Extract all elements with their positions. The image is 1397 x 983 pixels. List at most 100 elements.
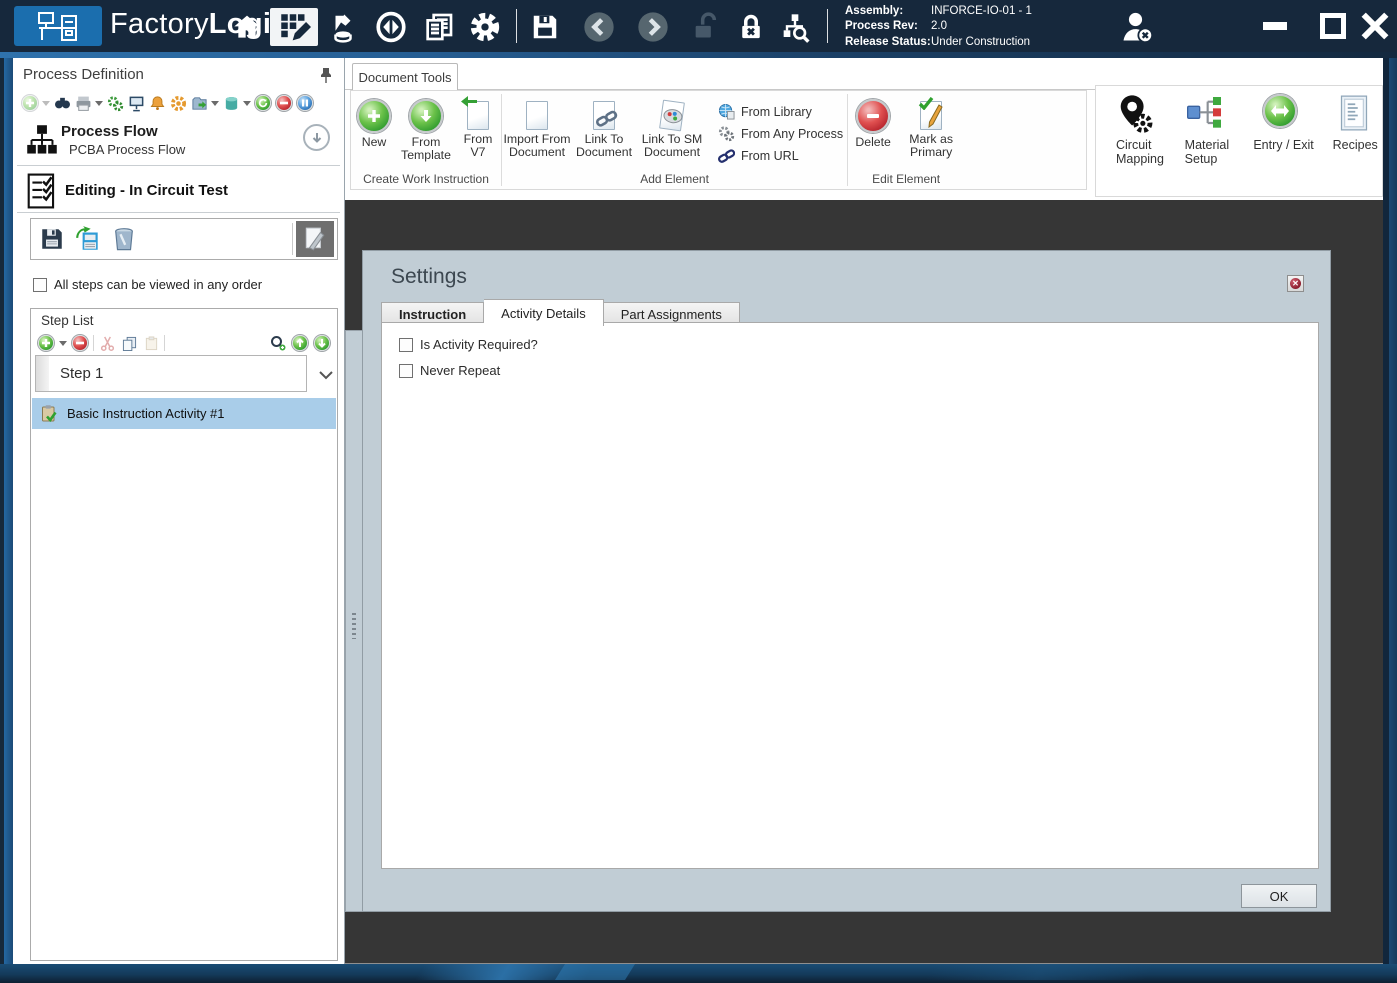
copy-icon[interactable] bbox=[120, 334, 138, 352]
toolbar-divider bbox=[164, 335, 165, 351]
alerts-bell-icon[interactable] bbox=[148, 94, 166, 112]
toolbar-divider bbox=[292, 223, 293, 255]
step-list: Step List Step 1 bbox=[30, 308, 338, 961]
home-button[interactable] bbox=[228, 8, 266, 46]
step-list-title: Step List bbox=[41, 313, 94, 328]
unlock-button[interactable] bbox=[686, 8, 724, 46]
app-window: FactoryLogix® bbox=[0, 0, 1397, 983]
save-document-icon[interactable] bbox=[34, 221, 70, 257]
tab-activity-details[interactable]: Activity Details bbox=[484, 299, 604, 326]
remove-step-icon[interactable] bbox=[71, 334, 89, 352]
from-v7-button[interactable]: From V7 bbox=[455, 97, 501, 159]
move-down-icon[interactable] bbox=[313, 334, 331, 352]
link-to-sm-document-icon bbox=[659, 100, 685, 132]
move-up-icon[interactable] bbox=[291, 334, 309, 352]
from-any-process-button[interactable]: From Any Process bbox=[718, 125, 843, 142]
export-dropdown-icon[interactable] bbox=[211, 101, 219, 110]
add-step-dropdown-icon[interactable] bbox=[59, 341, 67, 350]
footer-streak bbox=[555, 964, 635, 980]
close-button[interactable] bbox=[1356, 8, 1394, 44]
divider bbox=[17, 212, 340, 213]
presentation-icon[interactable] bbox=[127, 94, 145, 112]
minimize-button[interactable] bbox=[1256, 8, 1294, 44]
process-audit-button[interactable] bbox=[776, 8, 814, 46]
database-icon[interactable] bbox=[222, 94, 240, 112]
print-icon[interactable] bbox=[74, 94, 92, 112]
add-step-icon[interactable] bbox=[37, 334, 55, 352]
activity-details-content: Is Activity Required? Never Repeat bbox=[381, 322, 1319, 869]
dialog-close-button[interactable]: ✕ bbox=[1287, 275, 1304, 292]
step-header[interactable]: Step 1 bbox=[35, 355, 307, 392]
database-dropdown-icon[interactable] bbox=[243, 101, 251, 110]
ok-button[interactable]: OK bbox=[1241, 884, 1317, 908]
activity-list-item[interactable]: Basic Instruction Activity #1 bbox=[32, 398, 336, 429]
options-gear-icon[interactable] bbox=[169, 94, 187, 112]
save-button[interactable] bbox=[526, 8, 564, 46]
editing-checklist-icon bbox=[27, 173, 59, 209]
lock-release-button[interactable] bbox=[732, 8, 770, 46]
from-template-button[interactable]: From Template bbox=[397, 97, 455, 162]
import-from-document-button[interactable]: Import From Document bbox=[502, 97, 572, 159]
never-repeat-checkbox[interactable] bbox=[399, 364, 413, 378]
print-dropdown-icon[interactable] bbox=[95, 101, 103, 110]
order-checkbox-row: All steps can be viewed in any order bbox=[33, 277, 262, 292]
transfer-button[interactable] bbox=[372, 8, 410, 46]
redo-forward-button[interactable] bbox=[634, 8, 672, 46]
undo-back-button[interactable] bbox=[580, 8, 618, 46]
remove-icon[interactable] bbox=[275, 94, 293, 112]
step-collapse-chevron[interactable] bbox=[319, 367, 333, 385]
pin-icon[interactable] bbox=[320, 67, 332, 88]
is-activity-required-row: Is Activity Required? bbox=[399, 337, 538, 352]
add-icon[interactable] bbox=[21, 94, 39, 112]
export-folder-icon[interactable] bbox=[190, 94, 208, 112]
new-button[interactable]: New bbox=[351, 97, 397, 149]
paste-icon[interactable] bbox=[142, 334, 160, 352]
delete-icon bbox=[856, 99, 890, 133]
is-activity-required-checkbox[interactable] bbox=[399, 338, 413, 352]
logout-user-button[interactable] bbox=[1118, 8, 1156, 46]
collapse-flow-button[interactable] bbox=[303, 124, 330, 151]
ribbon-area: Document Tools New From Template bbox=[345, 58, 1383, 200]
import-document-icon[interactable] bbox=[70, 221, 106, 257]
maximize-button[interactable] bbox=[1314, 8, 1352, 44]
recipes-button[interactable]: Recipes bbox=[1333, 94, 1382, 196]
search-binoculars-icon[interactable] bbox=[53, 94, 71, 112]
validate-icon[interactable] bbox=[106, 94, 124, 112]
add-element-stack: From Library From Any Process bbox=[708, 97, 847, 164]
circuit-mapping-button[interactable]: Circuit Mapping bbox=[1116, 94, 1171, 196]
from-library-button[interactable]: From Library bbox=[718, 103, 843, 120]
process-editor-button[interactable] bbox=[270, 8, 318, 46]
link-to-sm-document-button[interactable]: Link To SM Document bbox=[636, 97, 708, 159]
panel-title: Process Definition bbox=[23, 66, 144, 83]
settings-dialog: Settings ✕ Instruction Activity Details … bbox=[362, 250, 1331, 912]
tab-document-tools[interactable]: Document Tools bbox=[352, 63, 458, 91]
editor-canvas: Settings ✕ Instruction Activity Details … bbox=[345, 200, 1383, 964]
close-x-icon: ✕ bbox=[1290, 278, 1301, 289]
refresh-icon[interactable] bbox=[254, 94, 272, 112]
order-checkbox[interactable] bbox=[33, 278, 47, 292]
material-setup-button[interactable]: Material Setup bbox=[1185, 94, 1240, 196]
step-list-toolbar bbox=[37, 333, 331, 353]
process-flow-row[interactable]: Process Flow PCBA Process Flow bbox=[13, 118, 344, 164]
settings-gear-button[interactable] bbox=[466, 8, 504, 46]
window-left-border bbox=[0, 58, 13, 964]
add-dropdown-icon[interactable] bbox=[42, 101, 50, 110]
publish-document-button[interactable] bbox=[324, 8, 362, 46]
cut-icon[interactable] bbox=[98, 334, 116, 352]
delete-document-trash-icon[interactable] bbox=[106, 221, 142, 257]
find-step-icon[interactable] bbox=[269, 334, 287, 352]
process-definition-panel: Process Definition bbox=[13, 58, 345, 964]
panel-toolbar bbox=[21, 93, 338, 113]
edit-document-button[interactable] bbox=[296, 221, 334, 257]
from-url-button[interactable]: From URL bbox=[718, 147, 843, 164]
link-to-document-button[interactable]: Link To Document bbox=[572, 97, 636, 159]
delete-element-button[interactable]: Delete bbox=[848, 97, 898, 149]
entry-exit-button[interactable]: Entry / Exit bbox=[1253, 94, 1318, 196]
pause-icon[interactable] bbox=[296, 94, 314, 112]
never-repeat-label: Never Repeat bbox=[420, 363, 500, 378]
mark-as-primary-button[interactable]: Mark as Primary bbox=[898, 97, 964, 159]
step-header-gutter bbox=[36, 356, 49, 391]
documents-button[interactable] bbox=[420, 8, 458, 46]
panel-splitter[interactable] bbox=[345, 330, 363, 912]
assembly-value: INFORCE-IO-01 - 1 bbox=[931, 4, 1032, 19]
